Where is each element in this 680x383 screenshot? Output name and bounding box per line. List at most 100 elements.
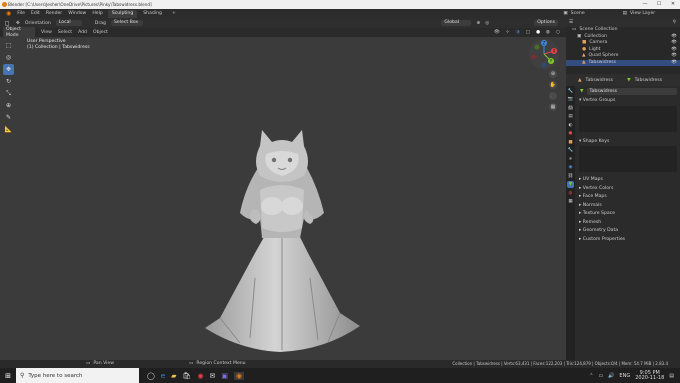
menu-object[interactable]: Object	[93, 30, 108, 35]
scale-icon[interactable]: ⤡	[3, 88, 14, 99]
tab-sculpting[interactable]: Sculpting	[107, 9, 138, 18]
cursor-icon[interactable]: ◎	[3, 52, 14, 63]
transform-orientation-dropdown[interactable]: Global	[441, 20, 472, 26]
measure-icon[interactable]: 📐	[3, 124, 14, 135]
menu-help[interactable]: Help	[89, 9, 105, 18]
annotate-icon[interactable]: ✎	[3, 112, 14, 123]
world-tab-icon[interactable]: ●	[567, 130, 574, 137]
menu-edit[interactable]: Edit	[28, 9, 43, 18]
section-normals[interactable]: ▸ Normals	[575, 202, 680, 211]
mesh-name-field[interactable]: Tabswidress	[586, 88, 677, 95]
outliner-editor-icon[interactable]: ☰	[569, 20, 573, 25]
blender-taskbar-icon[interactable]: ◉	[234, 371, 245, 380]
menu-render[interactable]: Render	[43, 9, 65, 18]
tab-shading[interactable]: Shading	[139, 10, 166, 18]
select-box-icon[interactable]: ⬚	[3, 40, 14, 51]
outliner-filter-icon[interactable]: ⚲	[673, 20, 676, 25]
outliner-panel: ☰ ⚲ ▭ Scene Collection ▣ Collection 👁 ■ …	[566, 18, 680, 74]
shading-solid-icon[interactable]: ●	[536, 30, 540, 35]
output-tab-icon[interactable]: 🖨	[567, 105, 574, 112]
transform-tool-icon[interactable]: ⊕	[3, 100, 14, 111]
menu-view[interactable]: View	[41, 30, 52, 35]
section-uv-maps[interactable]: ▸ UV Maps	[575, 176, 680, 185]
view-layer-selector[interactable]: View Layer	[630, 11, 680, 16]
section-face-maps[interactable]: ▸ Face Maps	[575, 193, 680, 202]
outliner-row-tabswidress[interactable]: ▲ Tabswidress 👁	[566, 59, 680, 67]
render-tab-icon[interactable]: 📷	[567, 96, 574, 103]
object-tab-icon[interactable]: ■	[567, 139, 574, 146]
view-layer-tab-icon[interactable]: ▤	[567, 113, 574, 120]
proportional-edit-icon[interactable]: ◎	[485, 21, 489, 26]
notifications-icon[interactable]: ▤	[669, 373, 674, 379]
store-icon[interactable]: 🛍	[183, 372, 192, 380]
section-custom-properties[interactable]: ▸ Custom Properties	[575, 236, 680, 245]
visibility-icon[interactable]: 👁	[494, 30, 500, 35]
shading-rendered-icon[interactable]: ○	[556, 30, 560, 35]
sculpted-figure-mesh[interactable]	[200, 128, 365, 353]
overlay-toggle-icon[interactable]: ◑	[516, 30, 520, 35]
vertex-groups-list[interactable]	[579, 105, 677, 132]
select-tool-icon[interactable]: ◻	[3, 19, 11, 27]
camera-view-icon[interactable]: 🎥	[549, 92, 557, 100]
drag-dropdown[interactable]: Select Box	[110, 20, 143, 26]
maximize-button[interactable]: ☐	[652, 0, 666, 9]
modifier-tab-icon[interactable]: 🔧	[567, 147, 574, 154]
mail-icon[interactable]: ✉	[210, 372, 216, 380]
edge-browser-icon[interactable]: e	[161, 372, 165, 380]
zoom-icon[interactable]: ⊕	[549, 70, 557, 78]
section-remesh[interactable]: ▸ Remesh	[575, 219, 680, 228]
section-geometry-data[interactable]: ▸ Geometry Data	[575, 227, 680, 236]
gizmo-toggle-icon[interactable]: ⊹	[506, 30, 510, 35]
menu-file[interactable]: File	[14, 9, 28, 18]
options-dropdown[interactable]: Options	[534, 20, 558, 26]
physics-tab-icon[interactable]: ◉	[567, 164, 574, 171]
pan-hand-icon[interactable]: ✋	[549, 81, 557, 89]
particles-tab-icon[interactable]: ✳	[567, 156, 574, 163]
visibility-eye-icon[interactable]: 👁	[671, 60, 677, 67]
vertex-groups-section[interactable]: ▾ Vertex Groups	[575, 97, 680, 106]
menu-select[interactable]: Select	[58, 30, 72, 35]
orientation-dropdown[interactable]: Local	[55, 20, 82, 26]
minimize-button[interactable]: —	[638, 0, 652, 9]
navigation-gizmo[interactable]: Z X Y	[528, 38, 560, 70]
tray-chevron-icon[interactable]: ⌃	[589, 373, 593, 379]
mouse-right-icon: ▭	[189, 361, 194, 366]
shape-keys-section[interactable]: ▾ Shape Keys	[575, 138, 680, 147]
scene-selector[interactable]: Scene	[571, 11, 623, 16]
blender-menu-icon[interactable]: ◉	[3, 10, 14, 17]
windows-taskbar: ⊞ ⚲ Type here to search ◯ e ▰ 🛍 ◉ ✉ ▣ ◉ …	[0, 368, 680, 383]
chrome-icon[interactable]: ◉	[197, 372, 203, 380]
mesh-data-tab-icon[interactable]: ▼	[567, 181, 574, 188]
menu-window[interactable]: Window	[65, 9, 89, 18]
mesh-icon: ▲	[582, 59, 586, 65]
taskbar-search-box[interactable]: ⚲ Type here to search	[16, 368, 139, 383]
network-icon[interactable]: ▭	[598, 373, 603, 379]
tool-tab-icon[interactable]: 🔧	[567, 88, 574, 95]
material-tab-icon[interactable]: ◍	[567, 190, 574, 197]
section-vertex-colors[interactable]: ▸ Vertex Colors	[575, 185, 680, 194]
shape-keys-list[interactable]	[579, 146, 677, 172]
constraints-tab-icon[interactable]: ⛓	[567, 173, 574, 180]
clock[interactable]: 9:05 PM 2020-11-18	[635, 370, 664, 381]
scene-tab-icon[interactable]: ◐	[567, 122, 574, 129]
perspective-toggle-icon[interactable]: ▦	[549, 103, 557, 111]
viewport-info: User Perspective (1) Collection | Tabswi…	[27, 39, 90, 51]
shading-material-icon[interactable]: ◍	[546, 30, 550, 35]
section-texture-space[interactable]: ▸ Texture Space	[575, 210, 680, 219]
properties-object-icon: ▲	[578, 77, 582, 83]
file-explorer-icon[interactable]: ▰	[171, 372, 176, 380]
app-icon[interactable]: ▣	[221, 372, 228, 380]
menu-add[interactable]: Add	[78, 30, 87, 35]
task-view-icon[interactable]: ◯	[147, 372, 155, 380]
windows-start-icon[interactable]: ⊞	[0, 368, 16, 383]
volume-icon[interactable]: 🔊	[608, 373, 614, 379]
snap-icon[interactable]: ⊕	[476, 21, 480, 26]
xray-toggle-icon[interactable]: ▢	[526, 30, 530, 35]
rotate-icon[interactable]: ↻	[3, 76, 14, 87]
language-indicator[interactable]: ENG	[619, 373, 630, 379]
add-workspace-button[interactable]: +	[168, 10, 180, 18]
move-icon[interactable]: ✥	[3, 64, 14, 75]
scene-statistics: Collection | Tabswidress | Verts:63,431 …	[452, 361, 668, 366]
close-button[interactable]: ✕	[666, 0, 680, 9]
texture-tab-icon[interactable]: ▦	[567, 198, 574, 205]
